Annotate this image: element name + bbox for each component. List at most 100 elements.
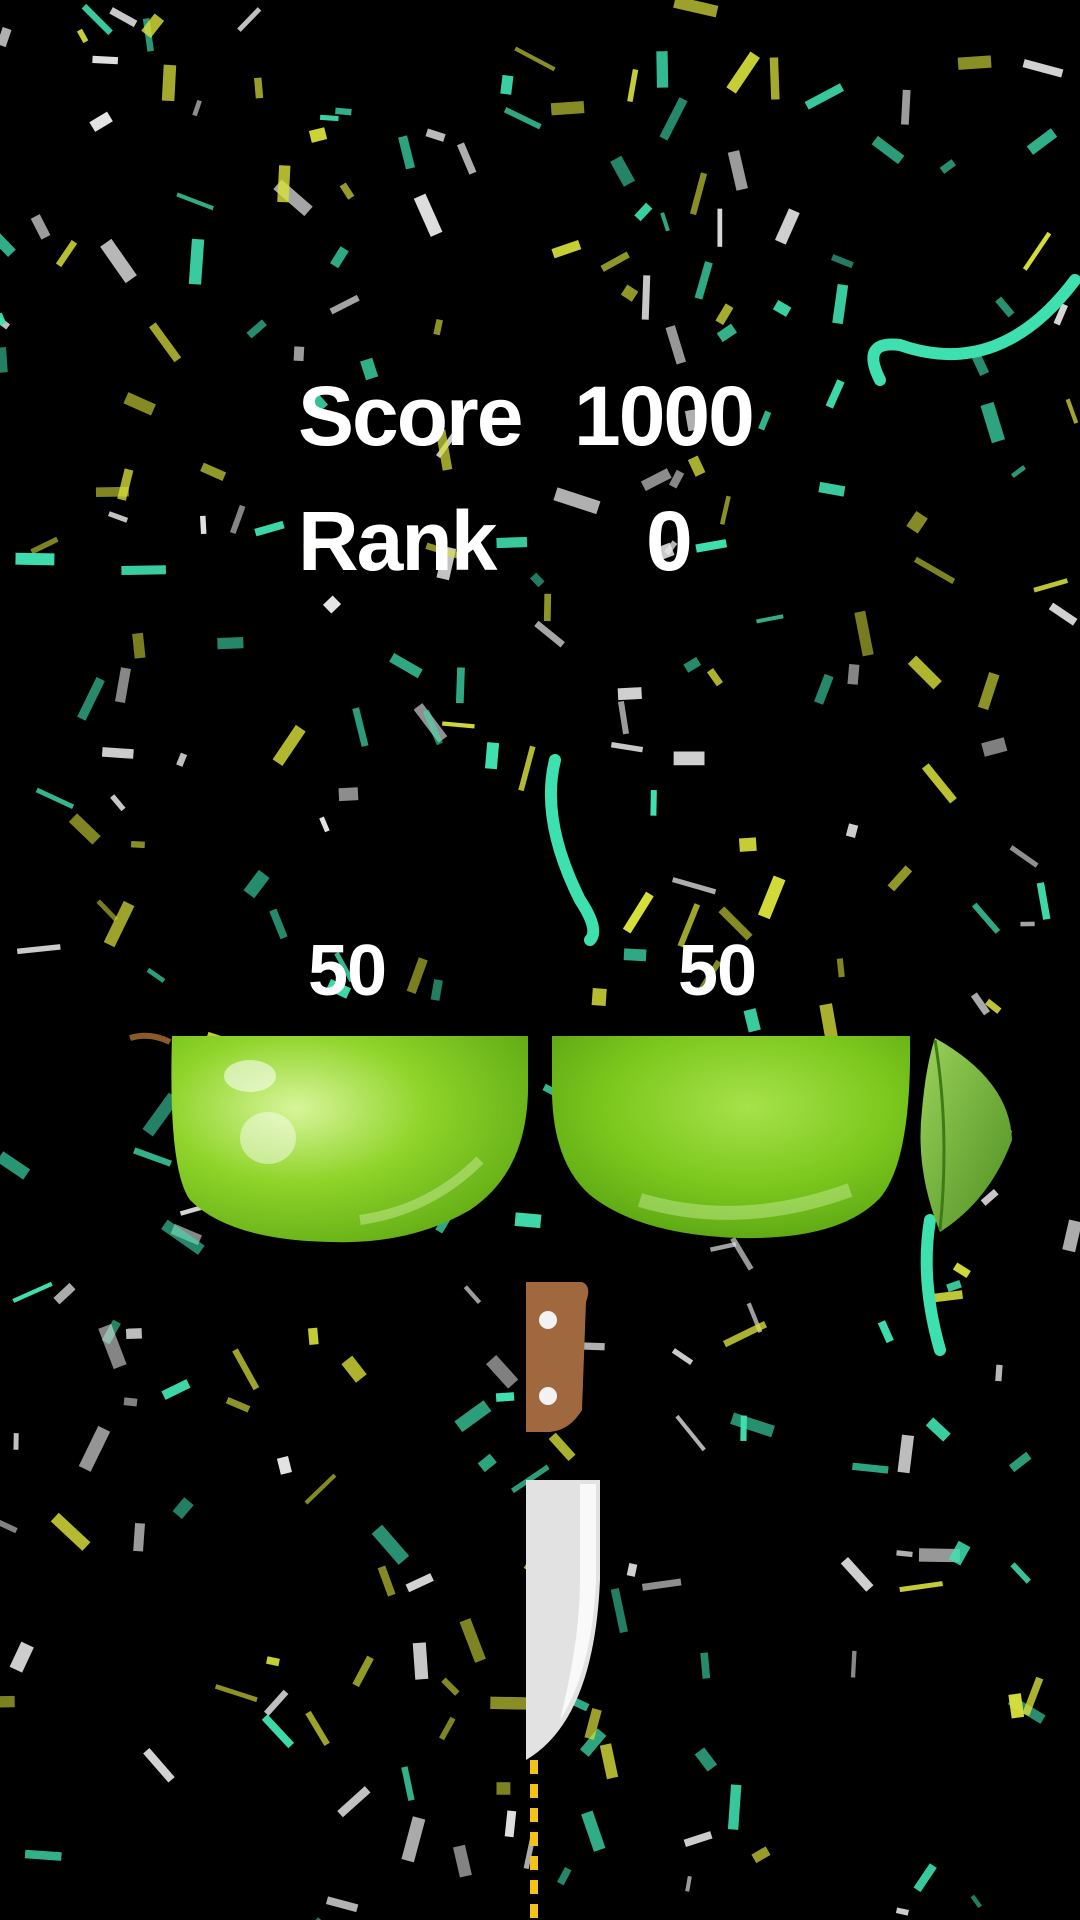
confetti-piece xyxy=(123,1397,138,1407)
confetti-piece xyxy=(730,1412,775,1438)
confetti-piece xyxy=(685,1875,692,1892)
confetti-piece xyxy=(610,155,636,187)
confetti-piece xyxy=(305,1710,330,1747)
confetti-piece xyxy=(176,752,188,767)
confetti-piece xyxy=(689,172,708,216)
confetti-piece xyxy=(641,1578,682,1591)
confetti-piece xyxy=(232,1348,260,1391)
confetti-piece xyxy=(442,721,475,729)
confetti-piece xyxy=(453,1844,472,1878)
confetti-piece xyxy=(675,1414,706,1452)
confetti-piece xyxy=(0,26,12,48)
confetti-piece xyxy=(246,319,267,339)
confetti-piece xyxy=(1020,921,1035,927)
confetti-piece xyxy=(738,837,757,852)
confetti-piece xyxy=(477,1453,497,1473)
confetti-piece xyxy=(277,165,291,203)
confetti-piece xyxy=(830,254,854,269)
score-label: Score xyxy=(298,369,523,463)
confetti-piece xyxy=(266,1656,280,1667)
score-value: 1000 xyxy=(574,369,755,463)
confetti-piece xyxy=(673,751,705,766)
confetti-piece xyxy=(500,74,514,95)
confetti-piece xyxy=(100,238,137,284)
confetti-ribbon xyxy=(544,754,600,946)
confetti-piece xyxy=(101,747,134,759)
right-slice-score: 50 xyxy=(678,931,757,1011)
confetti-piece xyxy=(456,142,477,175)
confetti-piece xyxy=(146,967,166,983)
confetti-piece xyxy=(412,1642,429,1680)
confetti-piece xyxy=(161,64,177,102)
confetti-piece xyxy=(337,1786,371,1818)
rank-value: 0 xyxy=(646,494,693,588)
confetti-piece xyxy=(405,1573,434,1593)
confetti-piece xyxy=(13,1433,19,1450)
confetti-piece xyxy=(454,1400,492,1433)
confetti-piece xyxy=(459,1618,486,1663)
confetti-piece xyxy=(726,51,760,94)
confetti-piece xyxy=(133,1522,145,1552)
confetti-piece xyxy=(650,789,657,816)
confetti-piece xyxy=(0,1512,18,1534)
confetti-piece xyxy=(161,1379,191,1400)
confetti-piece xyxy=(897,1434,915,1474)
confetti-piece xyxy=(634,202,653,222)
confetti-piece xyxy=(534,620,565,648)
confetti-ribbon xyxy=(867,274,1080,386)
confetti-piece xyxy=(377,1565,396,1597)
confetti-piece xyxy=(925,1417,951,1442)
confetti-piece xyxy=(840,1556,874,1592)
confetti-piece xyxy=(1022,231,1052,271)
confetti-piece xyxy=(665,325,687,365)
confetti-piece xyxy=(683,656,702,673)
confetti-piece xyxy=(757,875,786,920)
rank-row: Rank 0 xyxy=(0,493,1080,603)
confetti-piece xyxy=(1022,59,1064,78)
confetti-piece xyxy=(939,159,957,174)
confetti-piece xyxy=(847,664,860,685)
confetti-piece xyxy=(694,261,713,300)
confetti-piece xyxy=(671,877,717,895)
confetti-piece xyxy=(981,737,1008,757)
left-slice-score: 50 xyxy=(308,931,387,1011)
confetti-piece xyxy=(774,208,800,245)
confetti-piece xyxy=(319,816,330,833)
confetti-piece xyxy=(850,1650,857,1678)
confetti-piece xyxy=(293,346,305,362)
confetti-piece xyxy=(341,1355,367,1383)
confetti-piece xyxy=(269,908,288,940)
confetti-piece xyxy=(455,667,465,704)
apple-half-left-icon xyxy=(129,1032,529,1243)
confetti-piece xyxy=(430,979,443,1001)
confetti-piece xyxy=(143,1748,175,1783)
confetti-piece xyxy=(518,745,536,792)
confetti-piece xyxy=(907,655,942,690)
confetti-piece xyxy=(0,223,16,258)
confetti-piece xyxy=(1036,882,1051,920)
confetti-piece xyxy=(50,1512,91,1551)
confetti-piece xyxy=(352,1655,374,1688)
confetti-piece xyxy=(389,652,423,679)
confetti-piece xyxy=(261,1714,295,1749)
confetti-piece xyxy=(237,7,262,32)
confetti-piece xyxy=(81,3,113,36)
confetti-piece xyxy=(1048,602,1078,626)
confetti-piece xyxy=(263,1689,289,1716)
confetti-piece xyxy=(716,323,737,343)
confetti-piece xyxy=(339,182,355,200)
confetti-piece xyxy=(769,57,780,100)
confetti-piece xyxy=(620,284,639,302)
confetti-piece xyxy=(243,869,270,899)
confetti-piece xyxy=(551,239,582,259)
confetti-piece xyxy=(254,77,264,99)
confetti-piece xyxy=(659,97,688,141)
confetti-piece xyxy=(329,246,349,269)
confetti-piece xyxy=(913,1863,937,1893)
confetti-piece xyxy=(503,107,542,130)
confetti-piece xyxy=(413,193,443,237)
confetti-piece xyxy=(132,632,146,659)
confetti-piece xyxy=(627,69,639,103)
confetti-piece xyxy=(895,1907,909,1916)
confetti-piece xyxy=(727,1784,742,1830)
